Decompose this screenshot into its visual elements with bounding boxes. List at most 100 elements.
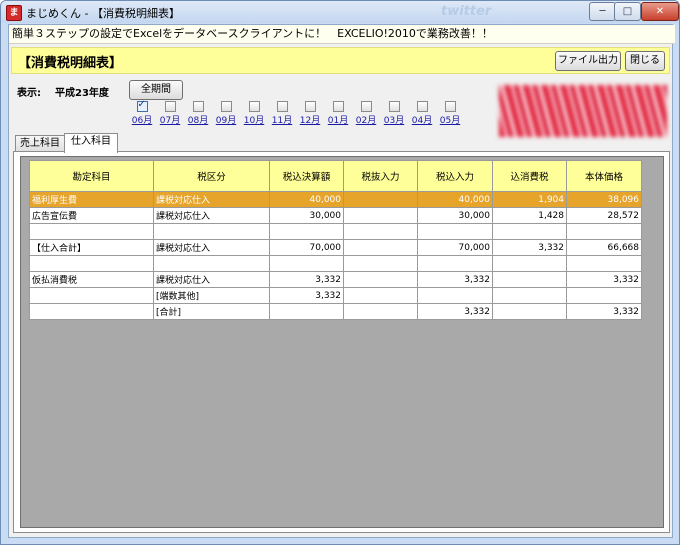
month-filter-item[interactable]: 07月 — [159, 101, 181, 126]
table-cell[interactable] — [566, 255, 642, 272]
table-cell[interactable]: 課税対応仕入 — [153, 239, 270, 256]
month-checkbox[interactable] — [360, 101, 372, 112]
promo-banner[interactable]: 簡単３ステップの設定でExcelをデータベースクライアントに！ EXCELIO!… — [9, 25, 675, 44]
file-output-button[interactable]: ファイル出力 — [555, 51, 621, 71]
table-cell[interactable]: 3,332 — [269, 287, 344, 304]
table-cell[interactable] — [492, 223, 567, 240]
table-cell[interactable] — [566, 223, 642, 240]
month-filter-item[interactable]: 09月 — [215, 101, 237, 126]
table-cell[interactable] — [566, 287, 642, 304]
month-link[interactable]: 07月 — [159, 113, 181, 126]
close-button[interactable]: 閉じる — [625, 51, 665, 71]
table-cell[interactable] — [492, 271, 567, 288]
month-filter-item[interactable]: 03月 — [383, 101, 405, 126]
month-link[interactable]: 12月 — [299, 113, 321, 126]
table-cell[interactable] — [343, 239, 418, 256]
table-cell[interactable]: 30,000 — [417, 207, 493, 224]
month-link[interactable]: 06月 — [131, 113, 153, 126]
table-cell[interactable]: 40,000 — [269, 191, 344, 208]
month-checkbox[interactable] — [248, 101, 260, 112]
table-cell[interactable]: 福利厚生費 — [29, 191, 154, 208]
month-checkbox[interactable] — [192, 101, 204, 112]
table-cell[interactable]: 課税対応仕入 — [153, 191, 270, 208]
table-cell[interactable]: 課税対応仕入 — [153, 271, 270, 288]
column-header[interactable]: 本体価格 — [566, 160, 642, 192]
table-cell[interactable]: 3,332 — [417, 271, 493, 288]
table-cell[interactable]: 課税対応仕入 — [153, 207, 270, 224]
table-cell[interactable] — [343, 191, 418, 208]
table-cell[interactable] — [29, 287, 154, 304]
column-header[interactable]: 込消費税 — [492, 160, 567, 192]
month-link[interactable]: 09月 — [215, 113, 237, 126]
month-link[interactable]: 08月 — [187, 113, 209, 126]
table-cell[interactable]: 3,332 — [492, 239, 567, 256]
table-cell[interactable] — [269, 255, 344, 272]
month-filter-item[interactable]: 02月 — [355, 101, 377, 126]
table-cell[interactable] — [417, 287, 493, 304]
month-checkbox[interactable] — [164, 101, 176, 112]
table-row[interactable]: 【仕入合計】 課税対応仕入 70,000 70,000 3,332 66,668 — [29, 239, 642, 256]
table-cell[interactable]: 3,332 — [269, 271, 344, 288]
minimize-button[interactable]: ─ — [589, 2, 616, 21]
table-cell[interactable]: [合計] — [153, 303, 270, 320]
month-filter-item[interactable]: 01月 — [327, 101, 349, 126]
month-filter-item[interactable]: 11月 — [271, 101, 293, 126]
table-cell[interactable]: 40,000 — [417, 191, 493, 208]
table-cell[interactable]: 38,096 — [566, 191, 642, 208]
month-filter-item[interactable]: 12月 — [299, 101, 321, 126]
column-header[interactable]: 勘定科目 — [29, 160, 154, 192]
month-checkbox[interactable] — [388, 101, 400, 112]
month-link[interactable]: 10月 — [243, 113, 265, 126]
maximize-button[interactable]: □ — [614, 2, 641, 21]
table-cell[interactable]: 1,428 — [492, 207, 567, 224]
month-checkbox[interactable] — [220, 101, 232, 112]
table-cell[interactable]: 28,572 — [566, 207, 642, 224]
table-cell[interactable] — [29, 223, 154, 240]
title-bar[interactable]: ま まじめくん - 【消費税明細表】 twitter ─ □ ✕ — [1, 1, 679, 23]
tab-purchase-accounts[interactable]: 仕入科目 — [64, 133, 118, 153]
table-row[interactable]: [端数其他] 3,332 — [29, 287, 642, 304]
month-checkbox[interactable] — [444, 101, 456, 112]
table-cell[interactable] — [492, 255, 567, 272]
table-cell[interactable]: 3,332 — [566, 271, 642, 288]
table-cell[interactable] — [492, 303, 567, 320]
table-cell[interactable]: 30,000 — [269, 207, 344, 224]
month-filter-item[interactable]: 10月 — [243, 101, 265, 126]
month-link[interactable]: 11月 — [271, 113, 293, 126]
column-header[interactable]: 税込入力 — [417, 160, 493, 192]
table-cell[interactable] — [417, 223, 493, 240]
table-row[interactable]: 仮払消費税 課税対応仕入 3,332 3,332 3,332 — [29, 271, 642, 288]
table-cell[interactable]: 66,668 — [566, 239, 642, 256]
table-cell[interactable] — [417, 255, 493, 272]
table-cell[interactable]: 3,332 — [417, 303, 493, 320]
table-cell[interactable]: 70,000 — [269, 239, 344, 256]
month-link[interactable]: 03月 — [383, 113, 405, 126]
month-link[interactable]: 02月 — [355, 113, 377, 126]
month-filter-item[interactable]: 06月 — [131, 99, 153, 126]
column-header[interactable]: 税込決算額 — [269, 160, 344, 192]
month-link[interactable]: 05月 — [439, 113, 461, 126]
table-cell[interactable] — [343, 271, 418, 288]
table-cell[interactable] — [29, 255, 154, 272]
table-cell[interactable]: 仮払消費税 — [29, 271, 154, 288]
table-cell[interactable] — [343, 207, 418, 224]
table-cell[interactable]: 【仕入合計】 — [29, 239, 154, 256]
all-period-button[interactable]: 全期間 — [129, 80, 183, 100]
table-cell[interactable]: 1,904 — [492, 191, 567, 208]
table-row[interactable]: 福利厚生費 課税対応仕入 40,000 40,000 1,904 38,096 — [29, 191, 642, 208]
month-link[interactable]: 01月 — [327, 113, 349, 126]
table-cell[interactable] — [343, 223, 418, 240]
month-checkbox[interactable] — [276, 101, 288, 112]
table-row[interactable]: [合計] 3,332 3,332 — [29, 303, 642, 320]
table-cell[interactable] — [269, 303, 344, 320]
table-cell[interactable] — [343, 287, 418, 304]
table-cell[interactable]: 広告宣伝費 — [29, 207, 154, 224]
tab-sales-accounts[interactable]: 売上科目 — [15, 135, 65, 152]
table-cell[interactable] — [343, 255, 418, 272]
close-window-button[interactable]: ✕ — [641, 2, 679, 21]
column-header[interactable]: 税区分 — [153, 160, 270, 192]
table-cell[interactable]: 3,332 — [566, 303, 642, 320]
table-row[interactable]: 広告宣伝費 課税対応仕入 30,000 30,000 1,428 28,572 — [29, 207, 642, 224]
month-checkbox[interactable] — [416, 101, 428, 112]
table-cell[interactable] — [153, 255, 270, 272]
